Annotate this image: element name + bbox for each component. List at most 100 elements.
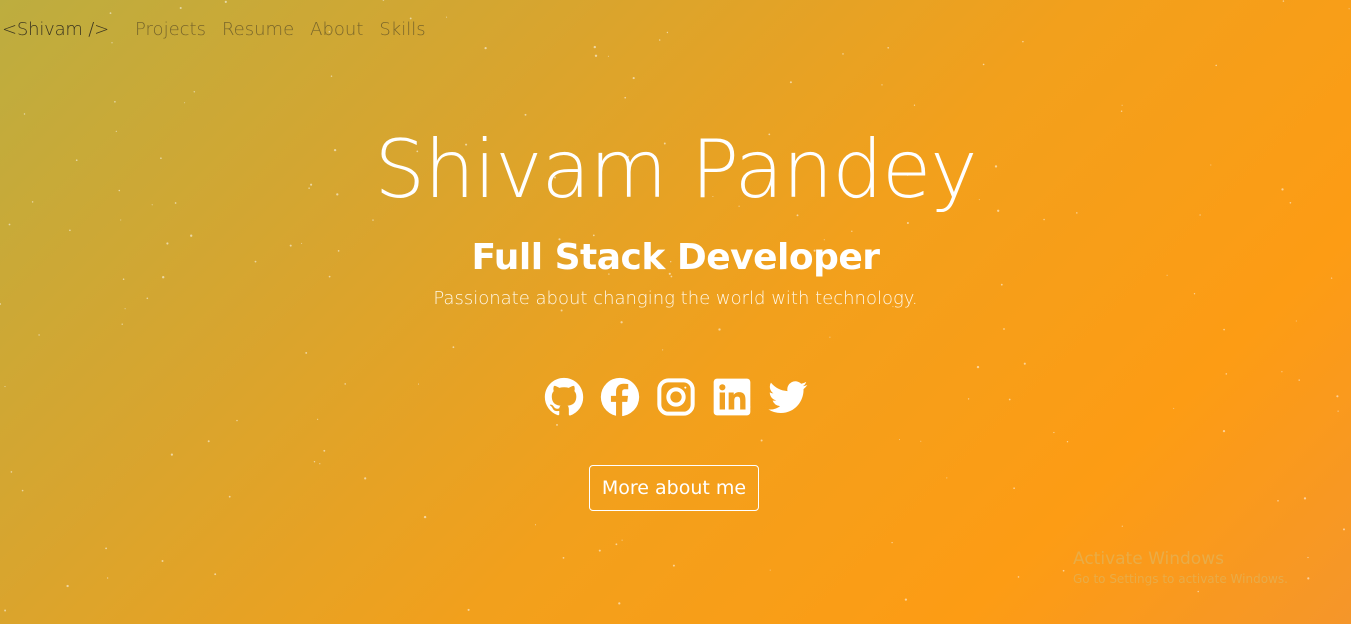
nav-link-projects[interactable]: Projects — [135, 19, 206, 40]
particle-dot — [1282, 0, 1285, 2]
particle-dot — [1223, 328, 1225, 331]
particle-dot — [524, 113, 527, 116]
particle-dot — [1053, 431, 1055, 434]
particle-dot — [1303, 497, 1307, 500]
particle-dot — [170, 453, 173, 456]
twitter-link[interactable] — [767, 375, 808, 419]
hero-role: Full Stack Developer — [471, 237, 880, 278]
particle-dot — [1295, 320, 1297, 322]
particle-dot — [594, 54, 598, 57]
particle-dot — [898, 439, 901, 441]
particle-dot — [1307, 556, 1309, 559]
particle-dot — [1197, 590, 1199, 593]
particle-dot — [323, 449, 326, 452]
particle-dot — [382, 0, 385, 1]
facebook-icon — [600, 377, 640, 417]
particle-dot — [423, 515, 427, 519]
particle-dot — [224, 0, 227, 3]
facebook-link[interactable] — [600, 375, 640, 419]
nav-link-resume[interactable]: Resume — [222, 19, 294, 40]
particle-dot — [620, 321, 623, 324]
particle-dot — [1277, 500, 1279, 502]
particle-dot — [228, 495, 231, 498]
particle-dot — [1121, 104, 1123, 106]
particle-dot — [789, 81, 792, 84]
particle-dot — [114, 100, 116, 103]
linkedin-icon — [712, 377, 752, 417]
particle-dot — [1066, 441, 1069, 443]
particle-dot — [446, 16, 448, 18]
particle-dot — [632, 77, 635, 80]
particle-dot — [913, 104, 916, 106]
activate-windows-watermark: Activate Windows Go to Settings to activ… — [1073, 548, 1288, 587]
particle-dot — [21, 489, 24, 492]
particle-dot — [111, 42, 113, 44]
instagram-icon — [656, 377, 696, 417]
particle-dot — [662, 349, 664, 351]
particle-dot — [121, 323, 123, 325]
particle-dot — [718, 328, 721, 331]
particle-dot — [1348, 8, 1350, 10]
particle-dot — [658, 39, 661, 41]
particle-dot — [593, 45, 596, 49]
particle-dot — [904, 598, 908, 601]
particle-dot — [891, 541, 893, 544]
particle-dot — [1281, 371, 1283, 373]
particle-dot — [920, 440, 922, 442]
particle-dot — [467, 608, 470, 611]
particle-dot — [179, 6, 182, 10]
particle-dot — [672, 564, 675, 567]
particle-dot — [946, 477, 948, 479]
particle-dot — [598, 549, 601, 552]
linkedin-link[interactable] — [712, 375, 752, 419]
particle-dot — [484, 46, 487, 50]
particle-dot — [1222, 429, 1226, 433]
hero-name: Shivam Pandey — [374, 123, 977, 216]
hero-tagline: Passionate about changing the world with… — [433, 288, 918, 309]
more-about-me-button[interactable]: More about me — [589, 465, 759, 511]
particle-dot — [207, 440, 210, 443]
particle-dot — [829, 336, 831, 338]
particle-dot — [562, 557, 565, 559]
particle-dot — [184, 102, 186, 104]
particle-dot — [109, 12, 112, 14]
activate-windows-title: Activate Windows — [1073, 549, 1224, 569]
particle-dot — [4, 609, 7, 612]
particle-dot — [38, 334, 40, 336]
particle-dot — [66, 584, 69, 588]
particle-dot — [618, 602, 621, 605]
particle-dot — [161, 560, 164, 562]
particle-dot — [313, 460, 316, 463]
nav-link-about[interactable]: About — [310, 19, 363, 40]
particle-dot — [769, 569, 771, 571]
github-link[interactable] — [544, 375, 584, 419]
social-links — [0, 375, 1351, 419]
particle-dot — [607, 55, 609, 57]
particle-dot — [1017, 576, 1020, 578]
particle-dot — [1023, 362, 1026, 365]
nav-link-skills[interactable]: Skills — [379, 19, 425, 40]
particle-background — [0, 0, 1350, 612]
particle-dot — [1003, 328, 1005, 330]
particle-dot — [982, 63, 985, 66]
particle-dot — [1121, 525, 1123, 527]
particle-dot — [842, 53, 844, 55]
particle-dot — [193, 91, 196, 93]
particle-dot — [1307, 577, 1310, 580]
particle-dot — [214, 573, 217, 576]
twitter-icon — [767, 377, 808, 417]
particle-dot — [305, 351, 308, 354]
brand-logo[interactable]: <Shivam /> — [2, 19, 109, 40]
particle-dot — [10, 471, 13, 473]
particle-dot — [23, 113, 26, 115]
particle-dot — [1215, 64, 1217, 67]
particle-dot — [236, 419, 238, 422]
particle-dot — [615, 543, 618, 546]
particle-dot — [887, 46, 890, 49]
instagram-link[interactable] — [656, 375, 696, 419]
activate-windows-subtitle: Go to Settings to activate Windows. — [1073, 572, 1288, 586]
particle-dot — [760, 439, 763, 442]
particle-dot — [556, 423, 558, 426]
particle-dot — [976, 365, 980, 369]
particle-dot — [106, 577, 109, 579]
